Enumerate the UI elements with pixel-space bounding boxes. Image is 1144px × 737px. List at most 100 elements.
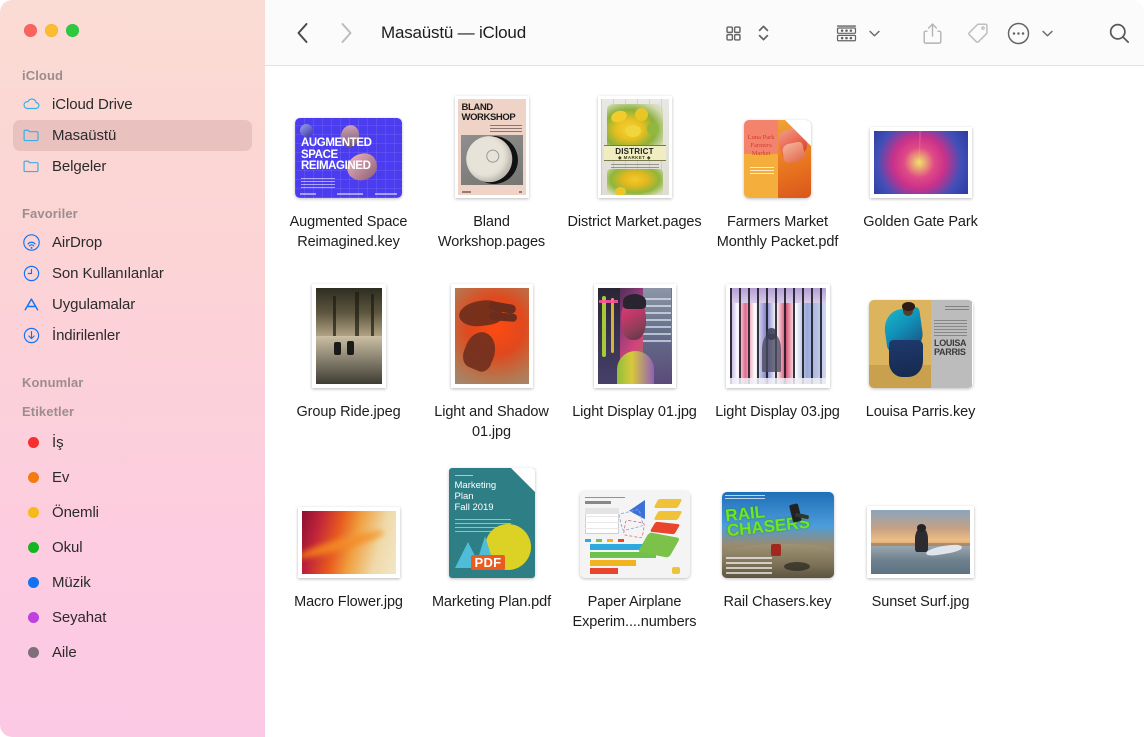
file-item[interactable]: Light and Shadow 01.jpg — [420, 274, 563, 442]
more-actions-button[interactable] — [1002, 17, 1034, 49]
file-item[interactable]: LOUISAPARRIS Louisa Parris.key — [849, 274, 992, 442]
file-thumbnail: Luna ParkFarmers Market — [706, 88, 849, 198]
file-item[interactable]: Paper Airplane Experim....numbers — [563, 464, 706, 632]
sidebar-item-masaustu[interactable]: Masaüstü — [13, 120, 252, 151]
toolbar: Masaüstü — iCloud — [265, 0, 1144, 66]
view-as-icons-button[interactable] — [716, 17, 750, 49]
sidebar-item-son-kullanilanlar[interactable]: Son Kullanılanlar — [13, 258, 252, 289]
file-item[interactable]: DISTRICT ◆ MARKET ◆ District Market.page… — [563, 84, 706, 252]
file-thumbnail — [277, 468, 420, 578]
keynote-thumbnail: RAILCHASERS — [722, 492, 834, 578]
tag-dot-icon — [22, 643, 41, 662]
sidebar-tag-aile[interactable]: Aile — [13, 635, 252, 670]
sidebar-item-airdrop[interactable]: AirDrop — [13, 227, 252, 258]
tag-button[interactable] — [954, 17, 1002, 49]
group-by-chevron-down-icon[interactable] — [862, 17, 886, 49]
file-item[interactable]: Macro Flower.jpg — [277, 464, 420, 632]
file-thumbnail — [563, 468, 706, 578]
share-button[interactable] — [910, 17, 954, 49]
maximize-button[interactable] — [66, 24, 79, 37]
sidebar-tag-okul[interactable]: Okul — [13, 530, 252, 565]
tag-dot-icon — [22, 538, 41, 557]
pdf-thumbnail: Luna ParkFarmers Market — [744, 120, 811, 198]
pages-thumbnail: DISTRICT ◆ MARKET ◆ — [598, 96, 672, 198]
keynote-thumbnail: LOUISAPARRIS — [869, 300, 973, 388]
more-actions-chevron-down-icon[interactable] — [1034, 17, 1060, 49]
file-item[interactable]: Light Display 03.jpg — [706, 274, 849, 442]
sidebar-tag-seyahat[interactable]: Seyahat — [13, 600, 252, 635]
file-thumbnail — [849, 88, 992, 198]
file-item[interactable]: Sunset Surf.jpg — [849, 464, 992, 632]
sidebar-item-indirilenler[interactable]: İndirilenler — [13, 320, 252, 351]
sidebar-spacer — [0, 351, 265, 367]
sidebar-tag-label: Aile — [52, 644, 77, 661]
file-thumbnail — [420, 278, 563, 388]
file-thumbnail — [706, 278, 849, 388]
sidebar-tag-is[interactable]: İş — [13, 425, 252, 460]
sidebar-tag-muzik[interactable]: Müzik — [13, 565, 252, 600]
file-name: Macro Flower.jpg — [294, 592, 403, 612]
sidebar-tag-label: İş — [52, 434, 63, 451]
file-thumbnail — [849, 468, 992, 578]
file-name: Paper Airplane Experim....numbers — [563, 592, 706, 632]
group-by-button[interactable] — [830, 17, 862, 49]
sidebar-section-header-etiketler: Etiketler — [0, 396, 265, 425]
photo-thumbnail — [726, 284, 830, 388]
view-stepper-button[interactable] — [750, 17, 776, 49]
file-item[interactable]: Light Display 01.jpg — [563, 274, 706, 442]
file-thumbnail — [277, 278, 420, 388]
back-button[interactable] — [285, 18, 319, 48]
tag-dot-icon — [22, 433, 41, 452]
minimize-button[interactable] — [45, 24, 58, 37]
file-name: District Market.pages — [567, 212, 701, 232]
sidebar-item-uygulamalar[interactable]: Uygulamalar — [13, 289, 252, 320]
file-item[interactable]: BLANDWORKSHOP Bland Workshop.pages — [420, 84, 563, 252]
file-item[interactable]: Luna ParkFarmers Market Farmers Market M… — [706, 84, 849, 252]
file-item[interactable]: RAILCHASERS Rail Chasers.key — [706, 464, 849, 632]
close-button[interactable] — [24, 24, 37, 37]
clock-icon — [22, 264, 41, 283]
sidebar-tag-label: Okul — [52, 539, 82, 556]
file-item[interactable]: Golden Gate Park — [849, 84, 992, 252]
file-name: Rail Chasers.key — [724, 592, 832, 612]
file-name: Bland Workshop.pages — [420, 212, 563, 252]
sidebar-item-icloud-drive[interactable]: iCloud Drive — [13, 89, 252, 120]
cloud-icon — [22, 95, 41, 114]
forward-button[interactable] — [329, 18, 363, 48]
tag-dot-icon — [22, 573, 41, 592]
sidebar-tag-ev[interactable]: Ev — [13, 460, 252, 495]
toolbar-right-group — [716, 0, 1144, 66]
search-button[interactable] — [1094, 17, 1144, 49]
sidebar-item-label: AirDrop — [52, 234, 102, 251]
file-name: Sunset Surf.jpg — [872, 592, 970, 612]
photo-thumbnail — [594, 284, 676, 388]
file-grid[interactable]: AUGMENTEDSPACEREIMAGINED Augmented Space… — [265, 66, 1144, 737]
sidebar-tag-onemli[interactable]: Önemli — [13, 495, 252, 530]
photo-thumbnail — [298, 507, 400, 578]
folder-icon — [22, 126, 41, 145]
download-circle-icon — [22, 326, 41, 345]
sidebar-item-label: Uygulamalar — [52, 296, 135, 313]
file-item[interactable]: AUGMENTEDSPACEREIMAGINED Augmented Space… — [277, 84, 420, 252]
sidebar-item-label: Belgeler — [52, 158, 106, 175]
pages-thumbnail: BLANDWORKSHOP — [455, 96, 529, 198]
page-title: Masaüstü — iCloud — [381, 23, 526, 43]
sidebar-item-belgeler[interactable]: Belgeler — [13, 151, 252, 182]
file-item[interactable]: MarketingPlanFall 2019 PDF Marketing Pla… — [420, 464, 563, 632]
sidebar-scroll-area[interactable]: iCloud iCloud Drive Masaüstü Belgeler — [0, 60, 265, 737]
pdf-thumbnail: MarketingPlanFall 2019 PDF — [449, 468, 535, 578]
traffic-lights — [24, 24, 79, 37]
main-area: Masaüstü — iCloud — [265, 0, 1144, 737]
file-thumbnail: DISTRICT ◆ MARKET ◆ — [563, 88, 706, 198]
sidebar-tag-label: Ev — [52, 469, 69, 486]
file-item[interactable]: Group Ride.jpeg — [277, 274, 420, 442]
photo-thumbnail — [312, 284, 386, 388]
file-name: Golden Gate Park — [863, 212, 977, 232]
file-thumbnail: MarketingPlanFall 2019 PDF — [420, 468, 563, 578]
file-thumbnail — [563, 278, 706, 388]
file-name: Augmented Space Reimagined.key — [277, 212, 420, 252]
sidebar-tag-label: Müzik — [52, 574, 91, 591]
pdf-page-fold-icon — [785, 120, 811, 146]
tag-dot-icon — [22, 608, 41, 627]
sidebar-tag-label: Seyahat — [52, 609, 106, 626]
